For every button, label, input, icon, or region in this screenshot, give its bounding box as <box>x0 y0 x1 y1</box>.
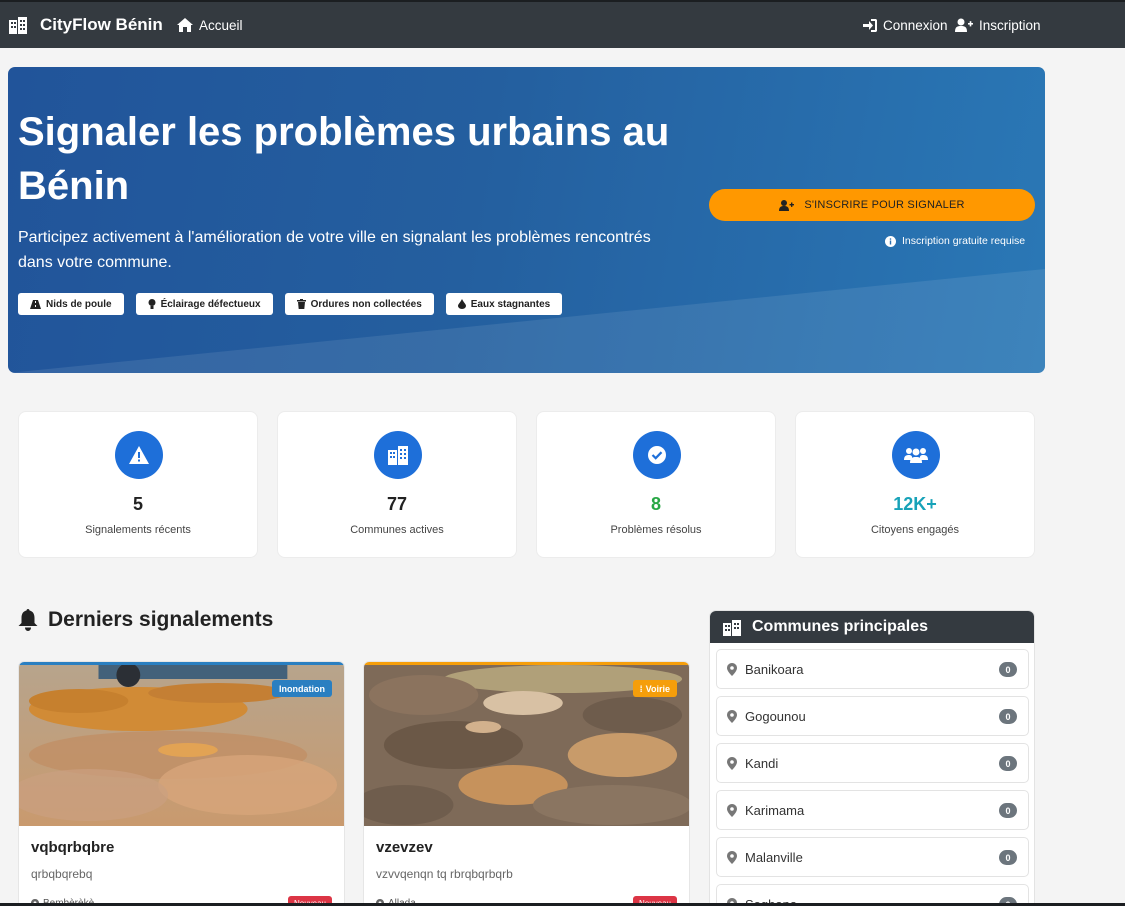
commune-name: Karimama <box>745 802 805 818</box>
hero-title: Signaler les problèmes urbains au Bénin <box>18 110 670 208</box>
stat-card-recent-reports: 5 Signalements récents <box>18 411 258 558</box>
commune-count-badge: 0 <box>999 709 1017 724</box>
chip-stagnant-water: Eaux stagnantes <box>445 293 563 315</box>
map-marker-icon <box>727 756 737 770</box>
chip-garbage: Ordures non collectées <box>284 293 434 315</box>
users-icon <box>904 448 928 463</box>
info-icon <box>885 235 896 247</box>
sign-in-icon <box>863 18 877 32</box>
map-marker-icon <box>727 662 737 676</box>
commune-item[interactable]: Kandi 0 <box>716 743 1029 783</box>
stat-card-active-communes: 77 Communes actives <box>277 411 517 558</box>
chip-stagnant-water-label: Eaux stagnantes <box>470 298 551 310</box>
chip-lighting-label: Éclairage défectueux <box>160 298 261 310</box>
stat-label: Citoyens engagés <box>870 524 960 536</box>
category-badge-label: Voirie <box>645 683 670 694</box>
commune-count-badge: 0 <box>999 756 1017 771</box>
signup-to-report-button[interactable]: S'INSCRIRE POUR SIGNALER <box>709 189 1035 221</box>
map-marker-icon <box>727 803 737 817</box>
stat-value: 12K+ <box>893 494 937 514</box>
commune-item[interactable]: Banikoara 0 <box>716 649 1029 689</box>
nav-register-link[interactable]: Inscription <box>955 2 1041 48</box>
nav-home-link[interactable]: Accueil <box>177 2 243 48</box>
stat-value: 77 <box>386 494 408 514</box>
report-card[interactable]: Inondation vqbqrbqbre qrbqbqrebq Bembèrè… <box>18 661 345 906</box>
hero-banner: Signaler les problèmes urbains au Bénin … <box>8 67 1045 373</box>
city-icon <box>9 17 27 34</box>
category-badge: Inondation <box>272 680 332 697</box>
commune-count-badge: 0 <box>999 803 1017 818</box>
brand-name: CityFlow Bénin <box>40 15 163 34</box>
commune-item[interactable]: Karimama 0 <box>716 790 1029 830</box>
communes-panel-header: Communes principales <box>710 611 1034 643</box>
card-description: vzvvqenqn tq rbrqbqrbqrb <box>376 867 513 881</box>
nav-login-link[interactable]: Connexion <box>863 2 948 48</box>
commune-name: Banikoara <box>745 661 804 677</box>
problem-chips: Nids de poule Éclairage défectueux Ordur… <box>18 293 574 315</box>
nav-register-label: Inscription <box>979 17 1041 33</box>
commune-name: Malanville <box>745 849 803 865</box>
map-marker-icon <box>727 850 737 864</box>
card-description: qrbqbqrebq <box>31 867 93 881</box>
section-title-text: Derniers signalements <box>48 608 274 631</box>
commune-count-badge: 0 <box>999 662 1017 677</box>
card-title: vzevzev <box>376 839 433 856</box>
user-plus-icon <box>779 199 795 211</box>
home-icon <box>177 18 193 32</box>
stat-label: Signalements récents <box>85 524 191 536</box>
chip-lighting: Éclairage défectueux <box>135 293 273 315</box>
chip-garbage-label: Ordures non collectées <box>310 298 422 310</box>
city-icon <box>723 619 741 636</box>
report-card[interactable]: ⁞ Voirie vzevzev vzvvqenqn tq rbrqbqrbqr… <box>363 661 690 906</box>
communes-panel: Communes principales Banikoara 0 Gogouno… <box>709 610 1035 906</box>
commune-item[interactable]: Malanville 0 <box>716 837 1029 877</box>
map-marker-icon <box>727 709 737 723</box>
road-icon: ⁞ <box>639 683 643 694</box>
communes-panel-title: Communes principales <box>752 618 929 635</box>
trash-icon <box>296 299 306 309</box>
stat-card-resolved-problems: 8 Problèmes résolus <box>536 411 776 558</box>
nav-home-label: Accueil <box>199 17 243 33</box>
chip-potholes: Nids de poule <box>18 293 124 315</box>
commune-name: Kandi <box>745 755 779 771</box>
commune-name: Gogounou <box>745 708 806 724</box>
brand[interactable]: CityFlow Bénin <box>8 2 163 48</box>
city-icon <box>388 446 408 465</box>
signup-to-report-label: S'INSCRIRE POUR SIGNALER <box>804 199 965 211</box>
stat-value: 5 <box>132 494 143 514</box>
bell-icon <box>18 609 38 631</box>
stat-icon-circle <box>115 431 163 479</box>
nav-login-label: Connexion <box>883 17 948 33</box>
stat-value: 8 <box>650 494 661 514</box>
commune-count-badge: 0 <box>999 850 1017 865</box>
road-icon <box>30 299 41 309</box>
signup-note: Inscription gratuite requise <box>885 235 1025 247</box>
check-circle-icon <box>648 446 666 464</box>
navbar: CityFlow Bénin Accueil Connexion Inscrip… <box>0 0 1125 48</box>
stat-card-engaged-citizens: 12K+ Citoyens engagés <box>795 411 1035 558</box>
card-title: vqbqrbqbre <box>31 839 115 856</box>
hero-subtitle: Participez activement à l'amélioration d… <box>18 229 651 271</box>
water-drop-icon <box>457 299 466 309</box>
commune-item[interactable]: Gogounou 0 <box>716 696 1029 736</box>
lightbulb-icon <box>148 299 156 309</box>
stat-icon-circle <box>633 431 681 479</box>
stat-label: Problèmes résolus <box>610 524 702 536</box>
signup-note-text: Inscription gratuite requise <box>902 235 1026 247</box>
warning-icon <box>129 446 149 464</box>
stat-icon-circle <box>374 431 422 479</box>
stat-icon-circle <box>892 431 940 479</box>
user-plus-icon <box>955 18 973 32</box>
stat-label: Communes actives <box>350 524 444 536</box>
category-badge: ⁞ Voirie <box>632 680 677 697</box>
section-title-latest-reports: Derniers signalements <box>18 608 273 632</box>
chip-potholes-label: Nids de poule <box>46 298 112 310</box>
